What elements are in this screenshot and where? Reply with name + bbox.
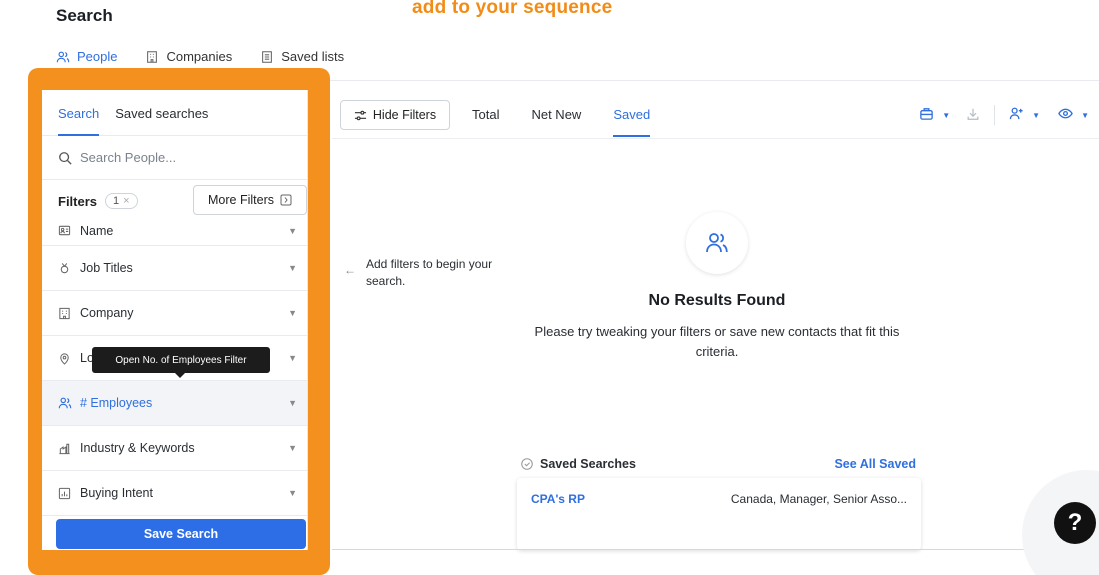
filter-company-label: Company (80, 306, 134, 320)
chevron-down-icon[interactable]: ▼ (1081, 111, 1089, 120)
tab-saved[interactable]: Saved (613, 93, 651, 137)
filter-industry-keywords-label: Industry & Keywords (80, 441, 195, 455)
chevron-down-icon[interactable]: ▼ (942, 111, 950, 120)
sidebar-tab-saved-searches[interactable]: Saved searches (115, 106, 208, 136)
hide-filters-button[interactable]: Hide Filters (340, 100, 450, 130)
id-card-icon (58, 224, 72, 237)
chevron-down-icon: ▼ (288, 225, 297, 236)
tab-saved-lists[interactable]: Saved lists (260, 49, 344, 64)
sequence-icon[interactable] (919, 106, 934, 124)
add-filters-hint: ← Add filters to begin your search. (344, 256, 501, 290)
tab-people[interactable]: People (56, 49, 117, 64)
building-icon (147, 50, 158, 63)
location-pin-icon (58, 352, 72, 365)
toolbar-separator (994, 105, 996, 125)
sidebar-tab-search[interactable]: Search (58, 106, 100, 136)
clock-check-icon (521, 458, 533, 470)
filter-employees-label: # Employees (80, 396, 153, 410)
results-toolbar: Hide Filters Total Net New Saved ▼ ▼ ▼ (332, 92, 1089, 138)
filter-company[interactable]: Company ▼ (42, 291, 307, 336)
tab-saved-lists-label: Saved lists (281, 49, 345, 64)
filter-buying-intent[interactable]: Buying Intent ▼ (42, 471, 307, 516)
people-icon (706, 233, 728, 253)
industry-icon (58, 442, 72, 455)
chevron-down-icon: ▼ (288, 398, 297, 408)
saved-searches-title: Saved Searches (520, 457, 636, 471)
filter-job-titles-label: Job Titles (80, 261, 133, 275)
saved-search-name: CPA's RP (531, 492, 585, 506)
badge-icon (58, 262, 72, 275)
empty-state-title: No Results Found (648, 292, 786, 309)
arrow-left-icon: ← (344, 263, 356, 277)
page-title: Search (56, 6, 113, 25)
filter-count-badge[interactable]: 1 × (105, 193, 138, 209)
people-icon (56, 51, 70, 62)
employees-filter-tooltip: Open No. of Employees Filter (92, 347, 270, 378)
filter-count-value: 1 (113, 195, 120, 207)
more-filters-label: More Filters (208, 193, 274, 207)
download-icon[interactable] (966, 107, 980, 124)
filter-sidebar: Search Saved searches Filters 1 × More F… (42, 90, 308, 550)
toolbar-actions: ▼ ▼ ▼ (919, 105, 1089, 125)
saved-searches-label: Saved Searches (540, 457, 636, 471)
people-search-box (42, 136, 307, 180)
view-tabs: Total Net New Saved (472, 93, 651, 137)
hide-filters-label: Hide Filters (372, 108, 437, 122)
filter-industry-keywords[interactable]: Industry & Keywords ▼ (42, 426, 307, 471)
building-icon (58, 307, 72, 320)
bottom-divider (332, 549, 1099, 550)
tab-people-label: People (77, 49, 118, 64)
empty-state-description: Please try tweaking your filters or save… (534, 324, 900, 359)
search-icon (59, 151, 72, 165)
filter-job-titles[interactable]: Job Titles ▼ (42, 246, 307, 291)
tab-companies[interactable]: Companies (145, 49, 232, 64)
help-button[interactable]: ? (1054, 502, 1096, 544)
save-search-button[interactable]: Save Search (56, 519, 306, 549)
clear-filters-icon[interactable]: × (123, 195, 129, 207)
eye-icon[interactable] (1058, 106, 1073, 124)
toolbar-divider (332, 138, 1099, 139)
chevron-down-icon: ▼ (288, 488, 297, 498)
top-tabs: People Companies Saved lists (56, 49, 344, 64)
chevron-down-icon: ▼ (288, 443, 297, 453)
chevron-down-icon: ▼ (288, 353, 297, 363)
more-filters-button[interactable]: More Filters (193, 185, 307, 215)
tab-net-new[interactable]: Net New (531, 93, 581, 137)
filter-employees[interactable]: # Employees ▼ (42, 381, 307, 426)
sliders-icon (354, 110, 366, 120)
filter-buying-intent-label: Buying Intent (80, 486, 153, 500)
filters-label: Filters (58, 193, 98, 209)
chart-icon (58, 487, 72, 500)
saved-search-summary: Canada, Manager, Senior Asso... (730, 492, 907, 506)
hint-text: Add filters to begin your search. (366, 257, 493, 288)
list-icon (262, 50, 273, 63)
tab-companies-label: Companies (166, 49, 233, 64)
chevron-down-icon: ▼ (288, 308, 297, 318)
saved-search-item[interactable]: CPA's RP Canada, Manager, Senior Asso... (517, 478, 921, 550)
chevron-down-icon: ▼ (288, 263, 297, 273)
panel-icon (280, 194, 292, 206)
tab-total[interactable]: Total (472, 93, 499, 137)
filter-name[interactable]: Name ▼ (42, 216, 307, 246)
chevron-down-icon[interactable]: ▼ (1032, 111, 1040, 120)
see-all-saved-link[interactable]: See All Saved (834, 457, 916, 471)
sidebar-tabs: Search Saved searches (42, 90, 307, 136)
people-icon (58, 396, 72, 410)
add-person-icon[interactable] (1009, 106, 1024, 124)
saved-searches-header: Saved Searches See All Saved (520, 455, 916, 473)
overlay-caption: add to your sequence (412, 0, 613, 18)
filter-name-label: Name (80, 223, 114, 238)
search-people-input[interactable] (80, 150, 280, 165)
empty-state-icon (686, 212, 748, 274)
